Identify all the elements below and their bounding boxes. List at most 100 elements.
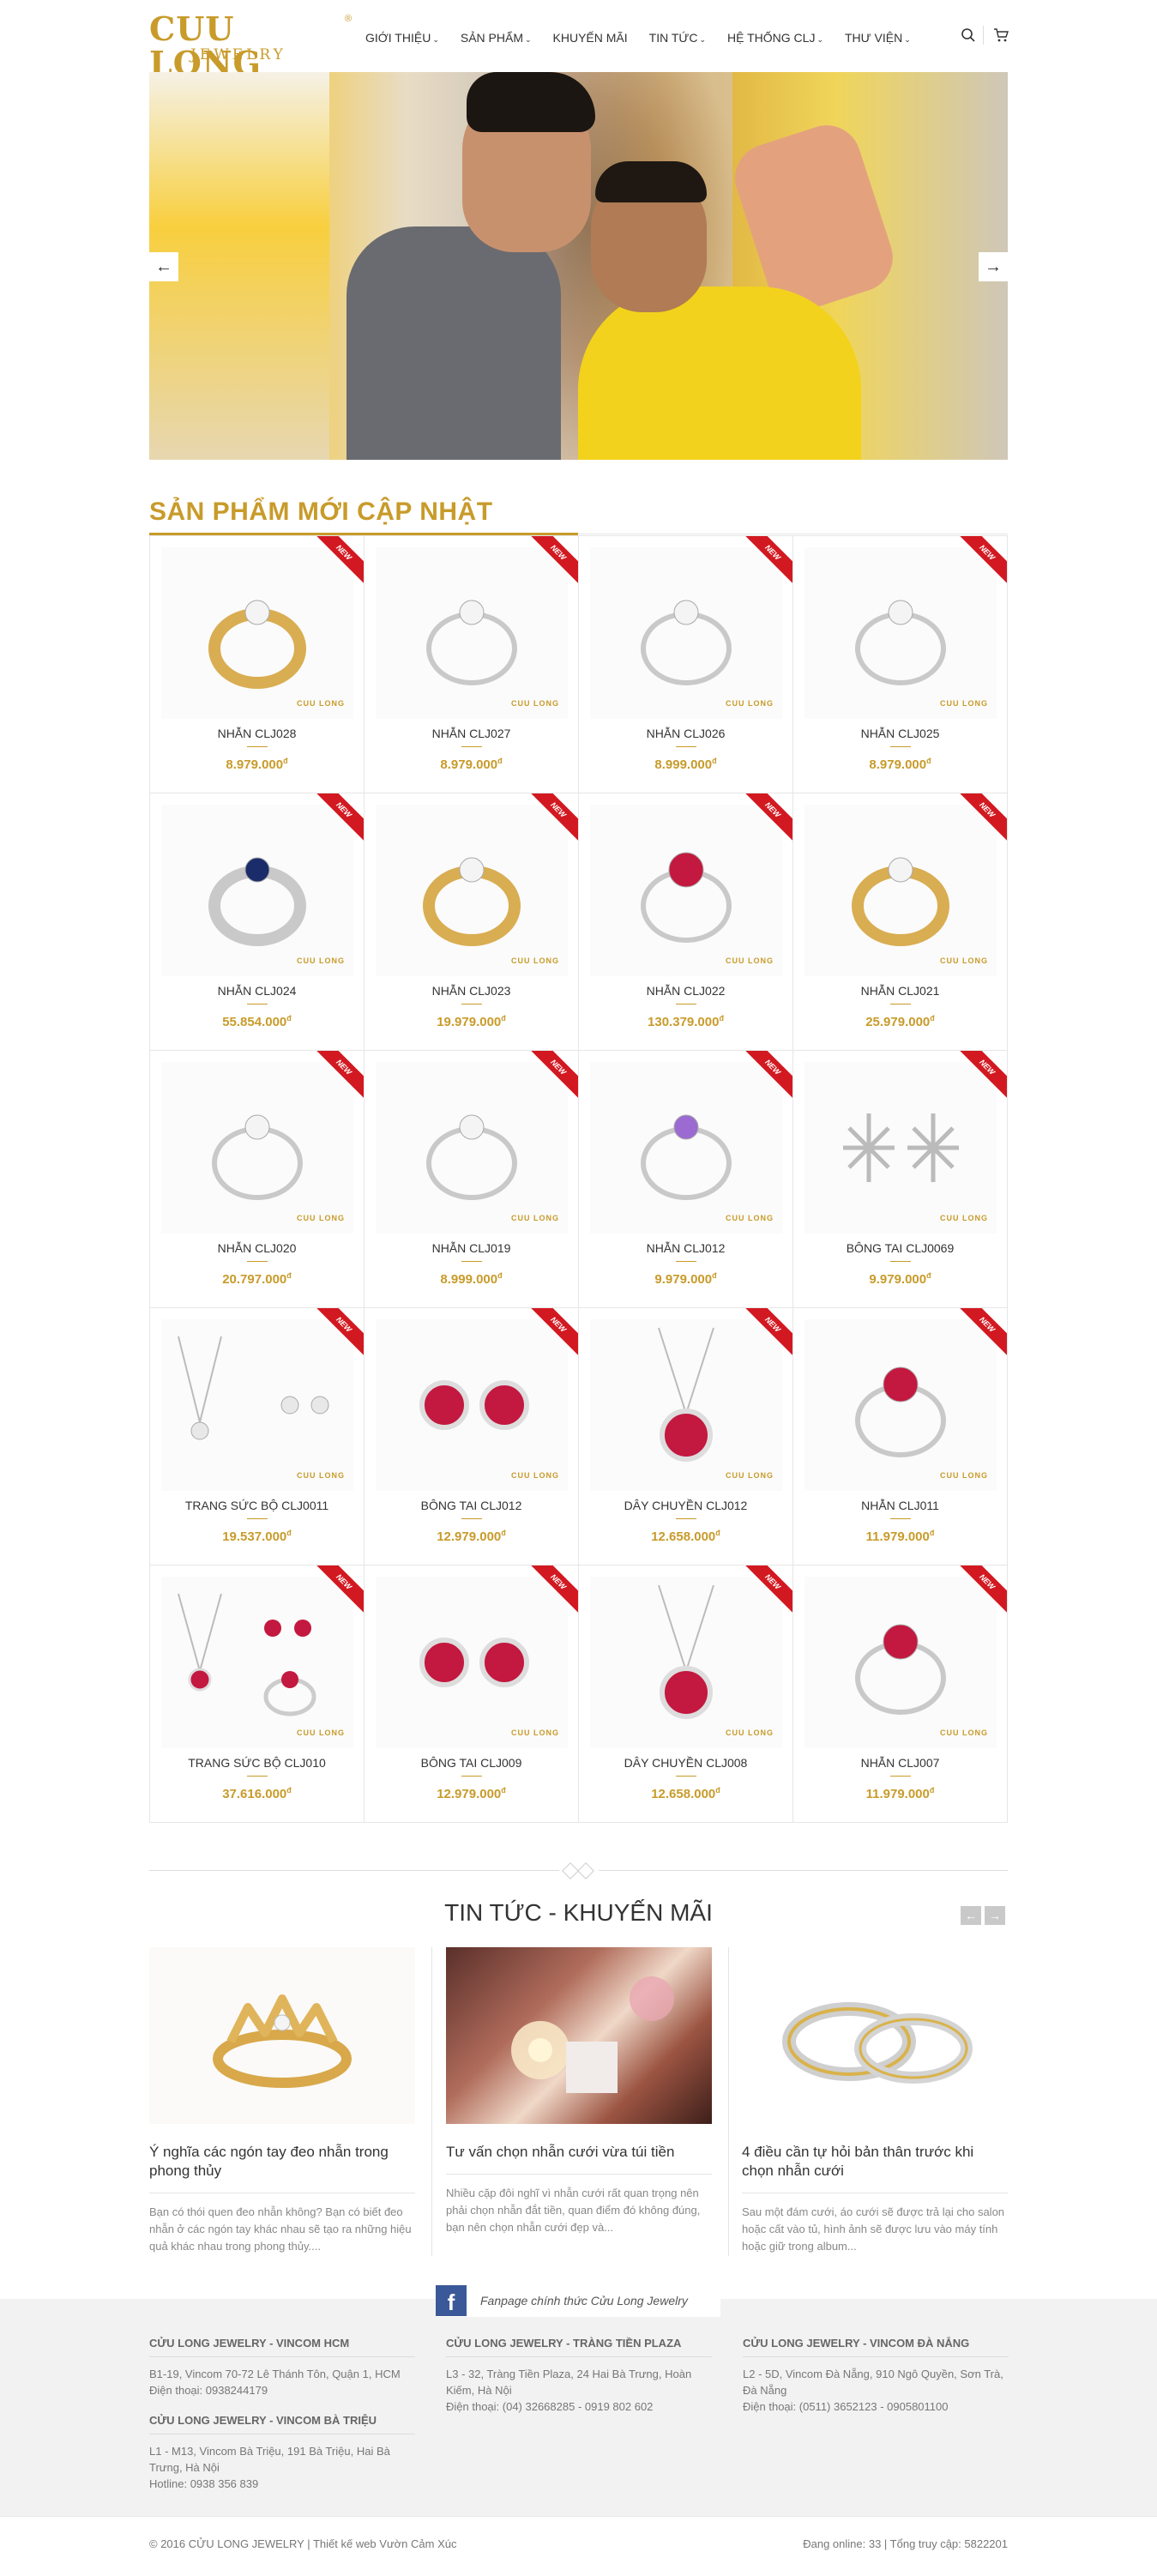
product-price: 12.658.000đ: [579, 1786, 792, 1801]
product-image[interactable]: [376, 805, 568, 976]
news-title[interactable]: Ý nghĩa các ngón tay đeo nhẫn trong phon…: [149, 2143, 415, 2181]
news-title[interactable]: Tư vấn chọn nhẫn cưới vừa túi tiền: [446, 2143, 712, 2162]
product-image[interactable]: [376, 1062, 568, 1234]
product-price-value: 37.616.000: [222, 1787, 287, 1801]
news-title[interactable]: 4 điều cần tự hỏi bản thân trước khi chọ…: [742, 2143, 1008, 2181]
nav-item[interactable]: SẢN PHẨM ⌄: [461, 31, 532, 45]
fanpage-link[interactable]: f Fanpage chính thức Cửu Long Jewelry: [436, 2284, 720, 2317]
product-card[interactable]: NEW CUU LONG TRANG SỨC BỘ CLJ0011 19.537.00…: [150, 1308, 365, 1566]
product-divider: [676, 1261, 696, 1262]
nav-item[interactable]: THƯ VIỆN ⌄: [845, 31, 911, 45]
product-card[interactable]: NEW CUU LONG BÔNG TAI CLJ012 12.979.000đ: [365, 1308, 579, 1566]
product-name[interactable]: NHẪN CLJ021: [793, 984, 1007, 998]
product-name[interactable]: TRANG SỨC BỘ CLJ010: [150, 1756, 364, 1770]
product-price-value: 12.979.000: [437, 1529, 502, 1544]
product-card[interactable]: NEW CUU LONG NHẪN CLJ020 20.797.000đ: [150, 1051, 365, 1308]
product-name[interactable]: DÂY CHUYỀN CLJ012: [579, 1499, 792, 1512]
product-image[interactable]: [161, 1062, 353, 1234]
product-card[interactable]: NEW CUU LONG NHẪN CLJ025 8.979.000đ: [793, 536, 1008, 793]
product-divider: [890, 1261, 911, 1262]
product-name[interactable]: NHẪN CLJ025: [793, 727, 1007, 740]
product-card[interactable]: NEW CUU LONG NHẪN CLJ028 8.979.000đ: [150, 536, 365, 793]
product-image[interactable]: [161, 1577, 353, 1748]
product-card[interactable]: NEW CUU LONG NHẪN CLJ021 25.979.000đ: [793, 793, 1008, 1051]
product-name[interactable]: NHẪN CLJ022: [579, 984, 792, 998]
visitor-stats: Đang online: 33 | Tổng truy cập: 5822201: [803, 2537, 1008, 2550]
product-image[interactable]: [804, 1577, 997, 1748]
store-address: L1 - M13, Vincom Bà Triệu, 191 Bà Triệu,…: [149, 2445, 390, 2474]
product-name[interactable]: NHẪN CLJ007: [793, 1756, 1007, 1770]
product-image[interactable]: [804, 1062, 997, 1234]
cart-icon[interactable]: [993, 27, 1009, 43]
nav-item[interactable]: KHUYẾN MÃI: [553, 31, 628, 45]
news-section-title: TIN TỨC - KHUYẾN MÃI: [444, 1899, 713, 1926]
product-card[interactable]: NEW CUU LONG DÂY CHUYỀN CLJ008 12.658.000đ: [579, 1566, 793, 1823]
product-name[interactable]: TRANG SỨC BỘ CLJ0011: [150, 1499, 364, 1512]
product-image[interactable]: [590, 805, 782, 976]
news-item[interactable]: 4 điều cần tự hỏi bản thân trước khi chọ…: [742, 1947, 1008, 2255]
product-card[interactable]: NEW CUU LONG NHẪN CLJ027 8.979.000đ: [365, 536, 579, 793]
news-next-button[interactable]: →: [985, 1906, 1005, 1925]
product-price: 55.854.000đ: [150, 1014, 364, 1029]
news-image-crown-ring[interactable]: [149, 1947, 415, 2124]
product-name[interactable]: NHẪN CLJ011: [793, 1499, 1007, 1512]
banner-next-button[interactable]: →: [979, 252, 1008, 281]
product-name[interactable]: NHẪN CLJ024: [150, 984, 364, 998]
product-image[interactable]: [590, 1319, 782, 1491]
fanpage-label: Fanpage chính thức Cửu Long Jewelry: [480, 2294, 688, 2308]
product-image[interactable]: [804, 547, 997, 719]
news-image-wedding-bands[interactable]: [742, 1947, 1008, 2124]
product-card[interactable]: NEW CUU LONG NHẪN CLJ011 11.979.000đ: [793, 1308, 1008, 1566]
product-name[interactable]: NHẪN CLJ012: [579, 1241, 792, 1255]
product-image[interactable]: [161, 547, 353, 719]
product-price: 20.797.000đ: [150, 1271, 364, 1287]
nav-item[interactable]: HỆ THỐNG CLJ ⌄: [727, 31, 823, 45]
product-card[interactable]: NEW CUU LONG DÂY CHUYỀN CLJ012 12.658.000đ: [579, 1308, 793, 1566]
product-image[interactable]: [804, 1319, 997, 1491]
news-image-wedding-table[interactable]: [446, 1947, 712, 2124]
currency-symbol: đ: [926, 1271, 931, 1280]
product-name[interactable]: NHẪN CLJ019: [365, 1241, 578, 1255]
news-prev-button[interactable]: ←: [961, 1906, 981, 1925]
product-card[interactable]: NEW CUU LONG BÔNG TAI CLJ009 12.979.000đ: [365, 1566, 579, 1823]
store-address: L2 - 5D, Vincom Đà Nẵng, 910 Ngô Quyền, …: [743, 2368, 1003, 2397]
product-card[interactable]: NEW CUU LONG NHẪN CLJ007 11.979.000đ: [793, 1566, 1008, 1823]
product-image[interactable]: [590, 1577, 782, 1748]
product-grid: NEW CUU LONG NHẪN CLJ028 8.979.000đ NEW CUU …: [149, 535, 1008, 1823]
product-image[interactable]: [161, 1319, 353, 1491]
banner-prev-button[interactable]: ←: [149, 252, 178, 281]
product-image[interactable]: [376, 547, 568, 719]
product-card[interactable]: NEW CUU LONG NHẪN CLJ024 55.854.000đ: [150, 793, 365, 1051]
product-image[interactable]: [376, 1577, 568, 1748]
news-item[interactable]: Ý nghĩa các ngón tay đeo nhẫn trong phon…: [149, 1947, 415, 2255]
product-card[interactable]: NEW CUU LONG NHẪN CLJ012 9.979.000đ: [579, 1051, 793, 1308]
product-image[interactable]: [804, 805, 997, 976]
currency-symbol: đ: [286, 1529, 292, 1537]
news-item[interactable]: Tư vấn chọn nhẫn cưới vừa túi tiền Nhiều…: [446, 1947, 712, 2236]
news-carousel-arrows: ← →: [961, 1906, 1005, 1925]
product-card[interactable]: NEW CUU LONG NHẪN CLJ023 19.979.000đ: [365, 793, 579, 1051]
product-name[interactable]: NHẪN CLJ027: [365, 727, 578, 740]
brand-logo[interactable]: CUU LONG JEWELRY ®: [149, 12, 352, 81]
product-card[interactable]: NEW CUU LONG NHẪN CLJ022 130.379.000đ: [579, 793, 793, 1051]
product-divider: [247, 1261, 268, 1262]
product-image[interactable]: [376, 1319, 568, 1491]
product-name[interactable]: BÔNG TAI CLJ009: [365, 1756, 578, 1770]
product-name[interactable]: NHẪN CLJ028: [150, 727, 364, 740]
product-name[interactable]: BÔNG TAI CLJ012: [365, 1499, 578, 1512]
product-card[interactable]: NEW CUU LONG NHẪN CLJ019 8.999.000đ: [365, 1051, 579, 1308]
product-name[interactable]: NHẪN CLJ023: [365, 984, 578, 998]
product-card[interactable]: NEW CUU LONG TRANG SỨC BỘ CLJ010 37.616.000…: [150, 1566, 365, 1823]
product-image[interactable]: [161, 805, 353, 976]
nav-item[interactable]: TIN TỨC ⌄: [649, 31, 706, 45]
product-card[interactable]: NEW CUU LONG BÔNG TAI CLJ0069 9.979.000đ: [793, 1051, 1008, 1308]
product-image[interactable]: [590, 547, 782, 719]
product-image[interactable]: [590, 1062, 782, 1234]
product-name[interactable]: NHẪN CLJ026: [579, 727, 792, 740]
product-name[interactable]: BÔNG TAI CLJ0069: [793, 1241, 1007, 1255]
search-icon[interactable]: [961, 27, 976, 43]
product-name[interactable]: DÂY CHUYỀN CLJ008: [579, 1756, 792, 1770]
product-name[interactable]: NHẪN CLJ020: [150, 1241, 364, 1255]
product-card[interactable]: NEW CUU LONG NHẪN CLJ026 8.999.000đ: [579, 536, 793, 793]
nav-item[interactable]: GIỚI THIỆU ⌄: [365, 31, 439, 45]
